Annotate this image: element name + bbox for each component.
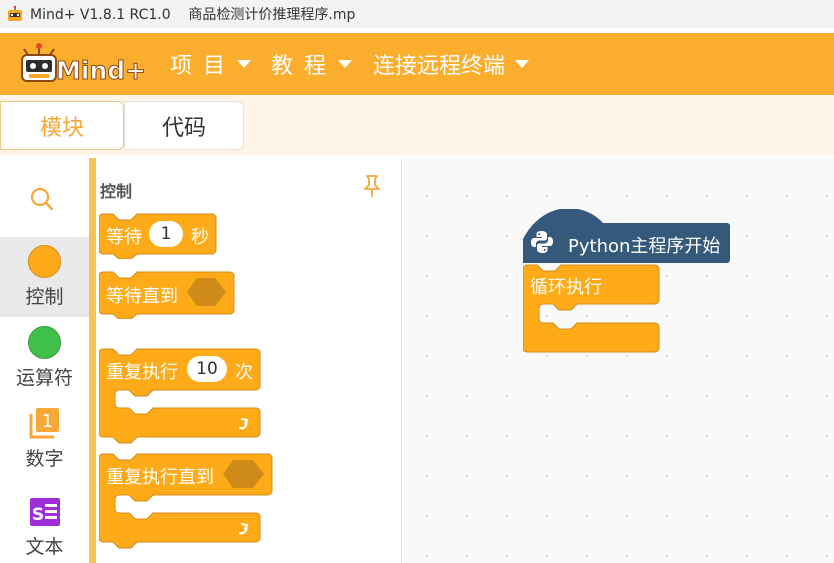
block-repeat-label: 重复执行: [106, 362, 178, 383]
mindplus-logo[interactable]: Mind+: [20, 41, 150, 87]
block-repeat-until[interactable]: 重复执行直到: [99, 453, 273, 549]
category-text[interactable]: S 文本: [0, 492, 89, 563]
number-one-icon: 1: [29, 408, 59, 439]
category-sidebar: 控制 运算符 1 数字 S 文本: [0, 158, 89, 563]
block-palette: 控制 等待 1 秒 等待直到 重复执行 10 次 重复执行直到: [96, 158, 402, 563]
repeat-count-input[interactable]: 10: [187, 356, 227, 382]
pin-icon[interactable]: [362, 174, 382, 198]
menu-bar: Mind+ 项 目 教 程 连接远程终端: [0, 33, 834, 95]
block-repeat-unit: 次: [235, 362, 253, 383]
menu-remote-terminal[interactable]: 连接远程终端: [373, 49, 530, 79]
block-forever-label: 循环执行: [530, 277, 602, 298]
block-wait-until-label: 等待直到: [106, 286, 178, 307]
window-title: Mind+ V1.8.1 RC1.0 商品检测计价推理程序.mp: [30, 7, 356, 23]
app-window: Mind+ V1.8.1 RC1.0 商品检测计价推理程序.mp Mind+ 项…: [0, 0, 834, 563]
block-repeat-until-label: 重复执行直到: [106, 467, 214, 488]
menu-tutorial[interactable]: 教 程: [271, 49, 352, 79]
chevron-down-icon: [237, 60, 251, 68]
category-operators-label: 运算符: [15, 367, 73, 389]
block-wait-label: 等待: [106, 227, 142, 248]
category-number-label: 数字: [25, 448, 64, 470]
menu-tutorial-label: 教 程: [271, 54, 328, 79]
tab-bar: 模块 代码: [0, 95, 834, 155]
code-workspace[interactable]: Python主程序开始 循环执行: [403, 158, 834, 563]
chevron-down-icon: [338, 60, 352, 68]
block-forever[interactable]: 循环执行: [523, 264, 661, 354]
category-operators[interactable]: 运算符: [0, 318, 89, 398]
menu-project-label: 项 目: [170, 54, 227, 79]
number-icon-text: 1: [41, 411, 52, 432]
mindplus-app-icon: [8, 5, 22, 21]
category-divider: [89, 158, 96, 563]
menu-project[interactable]: 项 目: [170, 49, 251, 79]
category-control-label: 控制: [25, 286, 64, 308]
block-wait[interactable]: 等待 1 秒: [99, 213, 217, 259]
block-wait-unit: 秒: [191, 227, 209, 248]
tab-module[interactable]: 模块: [0, 101, 124, 150]
block-wait-until[interactable]: 等待直到: [99, 271, 235, 319]
text-icon-text: S: [31, 505, 43, 525]
block-python-main-start-label: Python主程序开始: [568, 236, 721, 257]
palette-section-title: 控制: [100, 182, 133, 201]
wait-seconds-input[interactable]: 1: [149, 221, 183, 247]
category-control[interactable]: 控制: [0, 237, 89, 317]
orange-circle-icon: [28, 245, 61, 278]
category-text-label: 文本: [25, 536, 64, 558]
menu-remote-terminal-label: 连接远程终端: [373, 54, 506, 79]
green-circle-icon: [28, 326, 61, 359]
title-bar: Mind+ V1.8.1 RC1.0 商品检测计价推理程序.mp: [0, 0, 834, 28]
search-icon[interactable]: [29, 186, 55, 212]
text-s-icon: S: [29, 498, 60, 526]
chevron-down-icon: [515, 60, 530, 68]
python-logo-icon: [531, 231, 553, 253]
logo-text: Mind+: [56, 56, 146, 85]
category-number[interactable]: 1 数字: [0, 402, 89, 484]
tab-code[interactable]: 代码: [124, 101, 244, 150]
block-repeat[interactable]: 重复执行 10 次: [99, 348, 261, 444]
block-python-main-start[interactable]: Python主程序开始: [523, 209, 733, 265]
